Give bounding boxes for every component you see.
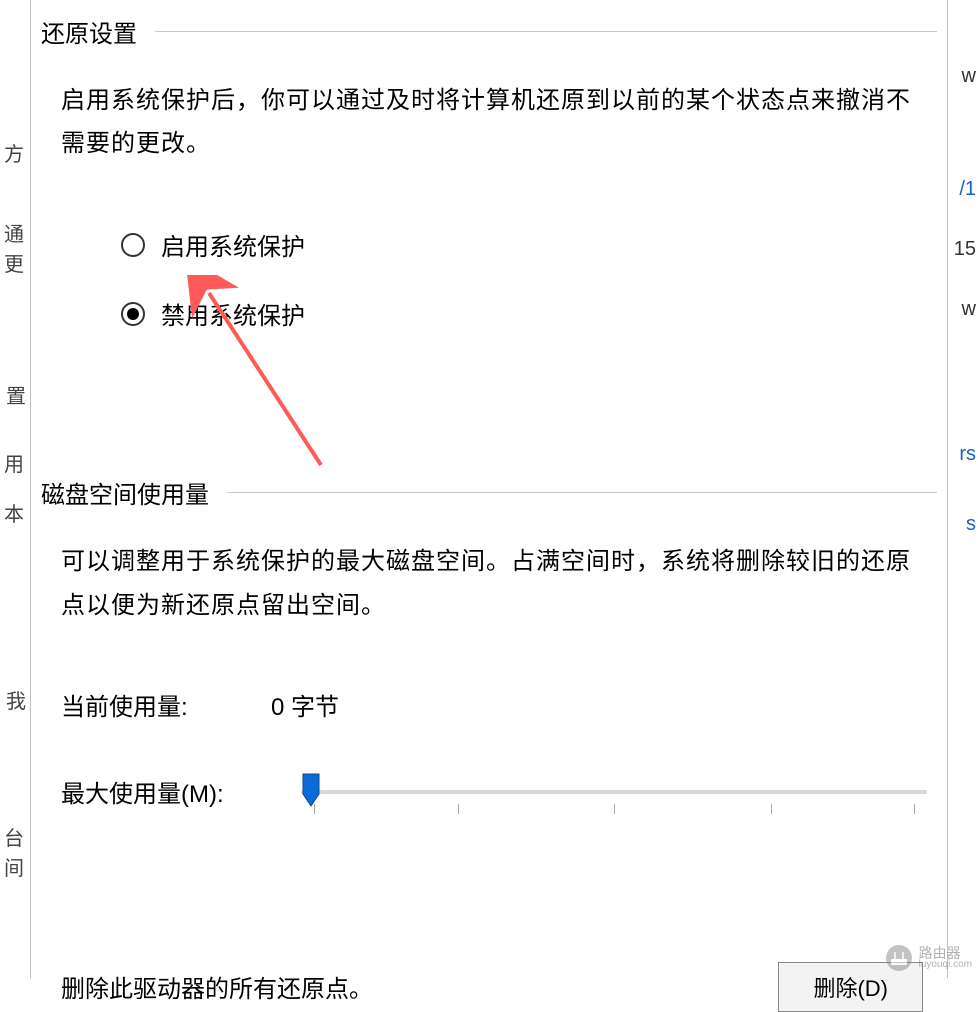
delete-description: 删除此驱动器的所有还原点。 (61, 969, 373, 1004)
protection-radio-group: 启用系统保护 禁用系统保护 (31, 175, 947, 375)
radio-enable-label: 启用系统保护 (161, 227, 305, 262)
max-usage-row: 最大使用量(M): (31, 772, 947, 812)
max-usage-label: 最大使用量(M): (61, 774, 271, 809)
watermark: 路由器 luyouqi.com (885, 944, 972, 972)
current-usage-label: 当前使用量: (61, 687, 271, 722)
watermark-brand: 路由器 (919, 946, 972, 960)
restore-title: 还原设置 (41, 14, 137, 49)
divider (155, 31, 937, 32)
radio-disable-label: 禁用系统保护 (161, 296, 305, 331)
current-usage-row: 当前使用量: 0 字节 (31, 687, 947, 722)
background-left-edge: 方 通 更 置 用 本 我 台 间 (0, 0, 30, 978)
disk-title: 磁盘空间使用量 (41, 475, 209, 510)
max-usage-slider[interactable] (301, 772, 927, 812)
radio-disable-protection[interactable]: 禁用系统保护 (121, 296, 947, 331)
background-right-edge: w /1 15 w rs s (948, 0, 978, 978)
slider-thumb[interactable] (301, 772, 321, 808)
router-icon (885, 944, 913, 972)
disk-section-header: 磁盘空间使用量 (31, 475, 947, 510)
radio-icon (121, 233, 145, 257)
disk-description: 可以调整用于系统保护的最大磁盘空间。占满空间时，系统将删除较旧的还原点以便为新还… (31, 510, 947, 636)
delete-row: 删除此驱动器的所有还原点。 删除(D) (31, 962, 947, 1012)
slider-track-line (301, 790, 927, 794)
radio-enable-protection[interactable]: 启用系统保护 (121, 227, 947, 262)
radio-icon (121, 302, 145, 326)
watermark-url: luyouqi.com (919, 960, 972, 970)
current-usage-value: 0 字节 (271, 687, 339, 722)
restore-description: 启用系统保护后，你可以通过及时将计算机还原到以前的某个状态点来撤消不需要的更改。 (31, 49, 947, 175)
system-protection-panel: 还原设置 启用系统保护后，你可以通过及时将计算机还原到以前的某个状态点来撤消不需… (30, 0, 948, 978)
restore-section-header: 还原设置 (31, 14, 947, 49)
divider (227, 492, 937, 493)
